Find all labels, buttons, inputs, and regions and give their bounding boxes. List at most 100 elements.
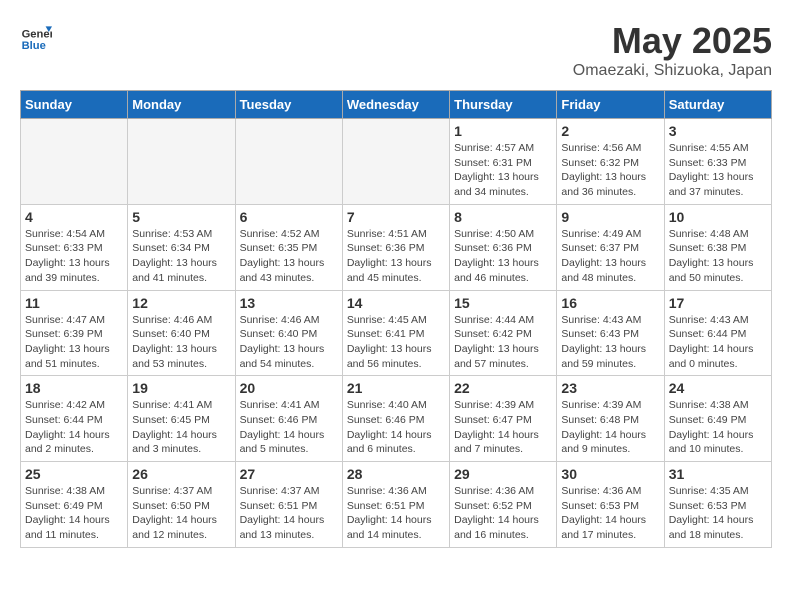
day-info: Sunrise: 4:38 AMSunset: 6:49 PMDaylight:…: [669, 398, 767, 457]
day-number: 6: [240, 209, 338, 225]
calendar-cell: [342, 119, 449, 205]
day-info: Sunrise: 4:49 AMSunset: 6:37 PMDaylight:…: [561, 227, 659, 286]
calendar-cell: 2 Sunrise: 4:56 AMSunset: 6:32 PMDaylight…: [557, 119, 664, 205]
page-header: General Blue May 2025 Omaezaki, Shizuoka…: [20, 20, 772, 80]
day-info: Sunrise: 4:54 AMSunset: 6:33 PMDaylight:…: [25, 227, 123, 286]
title-block: May 2025 Omaezaki, Shizuoka, Japan: [573, 20, 772, 80]
calendar-cell: 15Sunrise: 4:44 AMSunset: 6:42 PMDayligh…: [450, 290, 557, 376]
day-info: Sunrise: 4:56 AMSunset: 6:32 PMDaylight:…: [561, 141, 659, 200]
day-header-monday: Monday: [128, 91, 235, 119]
week-row-3: 11 Sunrise: 4:47 AMSunset: 6:39 PMDayligh…: [21, 290, 772, 376]
day-number: 5: [132, 209, 230, 225]
day-info: Sunrise: 4:36 AMSunset: 6:53 PMDaylight:…: [561, 484, 659, 543]
day-number: 25: [25, 466, 123, 482]
day-number: 2: [561, 123, 659, 139]
calendar-cell: 17 Sunrise: 4:43 AMSunset: 6:44 PMDayligh…: [664, 290, 771, 376]
day-number: 24: [669, 380, 767, 396]
day-number: 7: [347, 209, 445, 225]
calendar-cell: 23 Sunrise: 4:39 AMSunset: 6:48 PMDayligh…: [557, 376, 664, 462]
day-info: Sunrise: 4:38 AMSunset: 6:49 PMDaylight:…: [25, 484, 123, 543]
day-info: Sunrise: 4:57 AMSunset: 6:31 PMDaylight:…: [454, 141, 552, 200]
calendar-cell: 21 Sunrise: 4:40 AMSunset: 6:46 PMDayligh…: [342, 376, 449, 462]
calendar-cell: 28 Sunrise: 4:36 AMSunset: 6:51 PMDayligh…: [342, 462, 449, 548]
day-info: Sunrise: 4:39 AMSunset: 6:48 PMDaylight:…: [561, 398, 659, 457]
day-info: Sunrise: 4:53 AMSunset: 6:34 PMDaylight:…: [132, 227, 230, 286]
day-info: Sunrise: 4:35 AMSunset: 6:53 PMDaylight:…: [669, 484, 767, 543]
calendar-table: SundayMondayTuesdayWednesdayThursdayFrid…: [20, 90, 772, 548]
calendar-cell: 6 Sunrise: 4:52 AMSunset: 6:35 PMDaylight…: [235, 204, 342, 290]
day-header-friday: Friday: [557, 91, 664, 119]
calendar-cell: 16Sunrise: 4:43 AMSunset: 6:43 PMDayligh…: [557, 290, 664, 376]
day-info: Sunrise: 4:36 AMSunset: 6:52 PMDaylight:…: [454, 484, 552, 543]
calendar-cell: 29 Sunrise: 4:36 AMSunset: 6:52 PMDayligh…: [450, 462, 557, 548]
calendar-cell: 11 Sunrise: 4:47 AMSunset: 6:39 PMDayligh…: [21, 290, 128, 376]
day-number: 12: [132, 295, 230, 311]
svg-text:General: General: [22, 29, 52, 41]
calendar-cell: 31Sunrise: 4:35 AMSunset: 6:53 PMDayligh…: [664, 462, 771, 548]
calendar-cell: [128, 119, 235, 205]
day-number: 23: [561, 380, 659, 396]
day-number: 20: [240, 380, 338, 396]
calendar-cell: 22 Sunrise: 4:39 AMSunset: 6:47 PMDayligh…: [450, 376, 557, 462]
calendar-cell: 27 Sunrise: 4:37 AMSunset: 6:51 PMDayligh…: [235, 462, 342, 548]
day-number: 17: [669, 295, 767, 311]
day-number: 14: [347, 295, 445, 311]
calendar-cell: 4 Sunrise: 4:54 AMSunset: 6:33 PMDaylight…: [21, 204, 128, 290]
day-number: 1: [454, 123, 552, 139]
day-number: 29: [454, 466, 552, 482]
day-number: 4: [25, 209, 123, 225]
day-info: Sunrise: 4:42 AMSunset: 6:44 PMDaylight:…: [25, 398, 123, 457]
day-info: Sunrise: 4:37 AMSunset: 6:51 PMDaylight:…: [240, 484, 338, 543]
day-number: 22: [454, 380, 552, 396]
day-info: Sunrise: 4:46 AMSunset: 6:40 PMDaylight:…: [132, 313, 230, 372]
logo-icon: General Blue: [20, 20, 52, 52]
day-info: Sunrise: 4:45 AMSunset: 6:41 PMDaylight:…: [347, 313, 445, 372]
day-number: 30: [561, 466, 659, 482]
calendar-cell: [21, 119, 128, 205]
day-info: Sunrise: 4:55 AMSunset: 6:33 PMDaylight:…: [669, 141, 767, 200]
day-info: Sunrise: 4:52 AMSunset: 6:35 PMDaylight:…: [240, 227, 338, 286]
day-header-thursday: Thursday: [450, 91, 557, 119]
day-info: Sunrise: 4:41 AMSunset: 6:46 PMDaylight:…: [240, 398, 338, 457]
calendar-cell: 3 Sunrise: 4:55 AMSunset: 6:33 PMDaylight…: [664, 119, 771, 205]
day-header-saturday: Saturday: [664, 91, 771, 119]
day-number: 13: [240, 295, 338, 311]
day-number: 18: [25, 380, 123, 396]
calendar-cell: 13 Sunrise: 4:46 AMSunset: 6:40 PMDayligh…: [235, 290, 342, 376]
month-title: May 2025: [573, 20, 772, 62]
day-number: 21: [347, 380, 445, 396]
day-info: Sunrise: 4:47 AMSunset: 6:39 PMDaylight:…: [25, 313, 123, 372]
calendar-cell: 26Sunrise: 4:37 AMSunset: 6:50 PMDayligh…: [128, 462, 235, 548]
day-info: Sunrise: 4:43 AMSunset: 6:43 PMDaylight:…: [561, 313, 659, 372]
logo: General Blue: [20, 20, 52, 52]
day-number: 8: [454, 209, 552, 225]
day-number: 11: [25, 295, 123, 311]
day-number: 3: [669, 123, 767, 139]
calendar-cell: 20 Sunrise: 4:41 AMSunset: 6:46 PMDayligh…: [235, 376, 342, 462]
day-number: 10: [669, 209, 767, 225]
day-header-tuesday: Tuesday: [235, 91, 342, 119]
calendar-cell: 1 Sunrise: 4:57 AMSunset: 6:31 PMDaylight…: [450, 119, 557, 205]
day-info: Sunrise: 4:51 AMSunset: 6:36 PMDaylight:…: [347, 227, 445, 286]
calendar-cell: 18 Sunrise: 4:42 AMSunset: 6:44 PMDayligh…: [21, 376, 128, 462]
calendar-cell: 12 Sunrise: 4:46 AMSunset: 6:40 PMDayligh…: [128, 290, 235, 376]
day-info: Sunrise: 4:41 AMSunset: 6:45 PMDaylight:…: [132, 398, 230, 457]
day-info: Sunrise: 4:44 AMSunset: 6:42 PMDaylight:…: [454, 313, 552, 372]
calendar-cell: 9 Sunrise: 4:49 AMSunset: 6:37 PMDaylight…: [557, 204, 664, 290]
day-info: Sunrise: 4:46 AMSunset: 6:40 PMDaylight:…: [240, 313, 338, 372]
day-info: Sunrise: 4:43 AMSunset: 6:44 PMDaylight:…: [669, 313, 767, 372]
day-info: Sunrise: 4:39 AMSunset: 6:47 PMDaylight:…: [454, 398, 552, 457]
calendar-cell: 10 Sunrise: 4:48 AMSunset: 6:38 PMDayligh…: [664, 204, 771, 290]
day-number: 27: [240, 466, 338, 482]
week-row-5: 25 Sunrise: 4:38 AMSunset: 6:49 PMDayligh…: [21, 462, 772, 548]
week-row-1: 1 Sunrise: 4:57 AMSunset: 6:31 PMDaylight…: [21, 119, 772, 205]
day-info: Sunrise: 4:40 AMSunset: 6:46 PMDaylight:…: [347, 398, 445, 457]
calendar-cell: 5 Sunrise: 4:53 AMSunset: 6:34 PMDaylight…: [128, 204, 235, 290]
calendar-header-row: SundayMondayTuesdayWednesdayThursdayFrid…: [21, 91, 772, 119]
day-number: 28: [347, 466, 445, 482]
calendar-cell: [235, 119, 342, 205]
day-number: 19: [132, 380, 230, 396]
day-number: 9: [561, 209, 659, 225]
day-info: Sunrise: 4:48 AMSunset: 6:38 PMDaylight:…: [669, 227, 767, 286]
day-info: Sunrise: 4:36 AMSunset: 6:51 PMDaylight:…: [347, 484, 445, 543]
